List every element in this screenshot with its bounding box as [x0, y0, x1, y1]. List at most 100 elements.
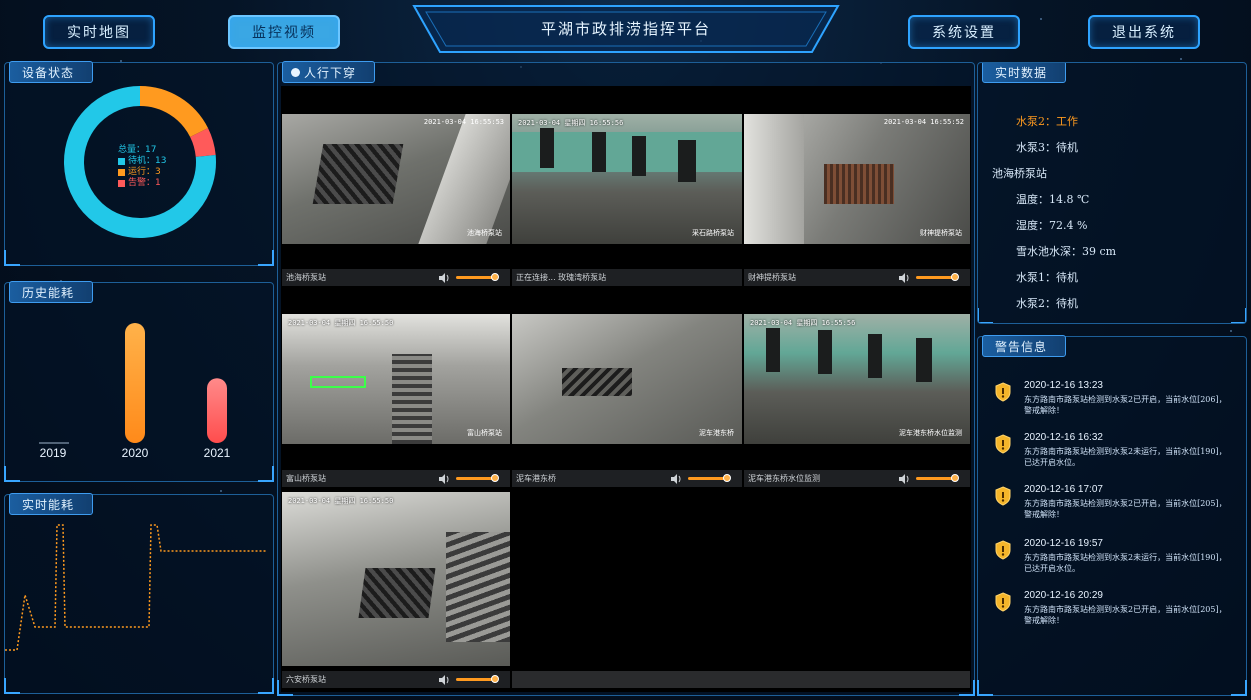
legend-running: 运行：3	[118, 167, 166, 178]
camera-3-overlay: 财神提桥泵站	[920, 229, 962, 237]
video-tab[interactable]: 人行下穿	[282, 61, 376, 83]
alert-message: 东方路南市路泵站检测到水泵2已开启，当前水位[205]，警戒解除！	[1024, 605, 1227, 625]
camera-feed-3[interactable]: 2021-03-04 16:55:52 财神提桥泵站	[744, 114, 970, 244]
volume-slider[interactable]	[916, 273, 959, 281]
volume-slider[interactable]	[916, 474, 959, 482]
bar-label-2021: 2021	[204, 446, 231, 460]
camera-3-controls: 财神提桥泵站	[744, 269, 970, 286]
realtime-energy-line	[5, 524, 267, 651]
donut-slice-running	[139, 86, 209, 138]
camera-6-name: 泥车港东桥水位监测	[748, 474, 820, 483]
history-energy-chart: 2019 2020 2021	[39, 323, 231, 460]
post	[868, 334, 882, 378]
shield-icon	[995, 540, 1011, 560]
camera-7-controls: 六安桥泵站	[282, 671, 510, 688]
speaker-icon[interactable]	[438, 674, 450, 686]
volume-knob[interactable]	[951, 273, 959, 281]
realtime-row-humidity: 湿度：72.4 %	[1016, 219, 1088, 232]
monitor-video-button[interactable]: 监控视频	[228, 15, 340, 49]
speaker-icon[interactable]	[670, 473, 682, 485]
camera-4-name: 富山桥泵站	[286, 474, 326, 483]
realtime-station-name: 池海桥泵站	[992, 167, 1047, 180]
volume-slider[interactable]	[456, 474, 499, 482]
alert-time: 2020-12-16 13:23	[1024, 380, 1103, 391]
camera-feed-4[interactable]: 2021-03-04 星期四 16:55:50 富山桥泵站	[282, 314, 510, 444]
realtime-row-1: 水泵2：工作	[1016, 115, 1078, 128]
detection-box	[310, 376, 366, 388]
camera-1-timestamp: 2021-03-04 16:55:53	[423, 118, 504, 126]
camera-2-controls: 正在连接... 玫瑰湾桥泵站	[512, 269, 742, 286]
empty-slot-bar	[512, 671, 970, 688]
alert-time: 2020-12-16 20:29	[1024, 590, 1103, 601]
volume-knob[interactable]	[491, 675, 499, 683]
camera-5-controls: 泥车港东桥	[512, 470, 742, 487]
alert-time: 2020-12-16 16:32	[1024, 432, 1103, 443]
wall	[418, 114, 510, 244]
alert-message: 东方路南市路泵站检测到水泵2未运行，当前水位[190]，已达开启水位。	[1024, 447, 1227, 467]
speaker-icon[interactable]	[438, 272, 450, 284]
legend-alarm: 告警：1	[118, 178, 166, 189]
bar-label-2019: 2019	[40, 446, 67, 460]
drain-grate	[824, 164, 894, 204]
video-grid: 2021-03-04 16:55:53 池海桥泵站 2021-03-04 星期四…	[281, 86, 971, 692]
camera-1-controls: 池海桥泵站	[282, 269, 510, 286]
camera-feed-6[interactable]: 2021-03-04 星期四 16:55:56 泥车港东桥水位监测	[744, 314, 970, 444]
speaker-icon[interactable]	[438, 473, 450, 485]
drain-grate	[358, 568, 436, 618]
post	[766, 328, 780, 372]
post	[818, 330, 832, 374]
stairs	[446, 532, 510, 642]
bar-2020	[125, 323, 145, 443]
legend-standby: 待机：13	[118, 156, 166, 167]
alert-time: 2020-12-16 19:57	[1024, 538, 1103, 549]
bar-2021	[207, 378, 227, 443]
donut-slice-alarm	[189, 128, 216, 158]
camera-feed-2[interactable]: 2021-03-04 星期四 16:55:56 采石路桥泵站	[512, 114, 742, 244]
camera-5-overlay: 泥车港东桥	[699, 429, 734, 437]
page-title: 平湖市政排涝指挥平台	[540, 20, 711, 38]
speaker-icon[interactable]	[898, 272, 910, 284]
system-settings-button[interactable]: 系统设置	[908, 15, 1020, 49]
speaker-icon[interactable]	[898, 473, 910, 485]
volume-slider[interactable]	[688, 474, 731, 482]
bar-label-2020: 2020	[122, 446, 149, 460]
realtime-row-pump2: 水泵2：待机	[1016, 297, 1078, 310]
realtime-map-button[interactable]: 实时地图	[43, 15, 155, 49]
volume-knob[interactable]	[723, 474, 731, 482]
camera-icon	[291, 67, 300, 77]
shield-icon	[995, 382, 1011, 402]
camera-7-timestamp: 2021-03-04 星期四 16:55:50	[288, 497, 394, 505]
title-frame: 平湖市政排涝指挥平台	[412, 4, 840, 56]
camera-feed-7[interactable]: 2021-03-04 星期四 16:55:50	[282, 492, 510, 666]
device-total-label: 总量：17	[118, 145, 157, 155]
volume-knob[interactable]	[491, 273, 499, 281]
post	[916, 338, 932, 382]
device-status-legend: 总量：17 待机：13 运行：3 告警：1	[118, 145, 166, 189]
volume-slider[interactable]	[456, 675, 499, 683]
volume-knob[interactable]	[951, 474, 959, 482]
alert-time: 2020-12-16 17:07	[1024, 484, 1103, 495]
drain-grate	[312, 144, 404, 204]
shield-icon	[995, 486, 1011, 506]
camera-feed-5[interactable]: 泥车港东桥	[512, 314, 742, 444]
realtime-row-2: 水泵3：待机	[1016, 141, 1078, 154]
realtime-row-depth: 雪水池水深：39 cm	[1016, 245, 1117, 258]
video-tab-label: 人行下穿	[304, 65, 357, 80]
camera-1-name: 池海桥泵站	[286, 273, 326, 282]
volume-slider[interactable]	[456, 273, 499, 281]
camera-3-timestamp: 2021-03-04 16:55:52	[883, 118, 964, 126]
realtime-energy-panel: 实时能耗	[4, 493, 274, 694]
device-status-panel: 设备状态 总量：17 待机：13 运行：3 告警：1	[4, 61, 274, 266]
camera-2-name: 正在连接... 玫瑰湾桥泵站	[516, 273, 607, 282]
logout-button[interactable]: 退出系统	[1088, 15, 1200, 49]
alert-message: 东方路南市路泵站检测到水泵2已开启，当前水位[205]，警戒解除！	[1024, 499, 1227, 519]
post	[540, 128, 554, 168]
camera-6-controls: 泥车港东桥水位监测	[744, 470, 970, 487]
post	[632, 136, 646, 176]
camera-4-timestamp: 2021-03-04 星期四 16:55:50	[288, 319, 394, 327]
camera-6-timestamp: 2021-03-04 星期四 16:55:56	[750, 319, 856, 327]
realtime-row-temp: 温度：14.8 ℃	[1016, 193, 1090, 206]
camera-4-overlay: 富山桥泵站	[467, 429, 502, 437]
volume-knob[interactable]	[491, 474, 499, 482]
camera-feed-1[interactable]: 2021-03-04 16:55:53 池海桥泵站	[282, 114, 510, 244]
